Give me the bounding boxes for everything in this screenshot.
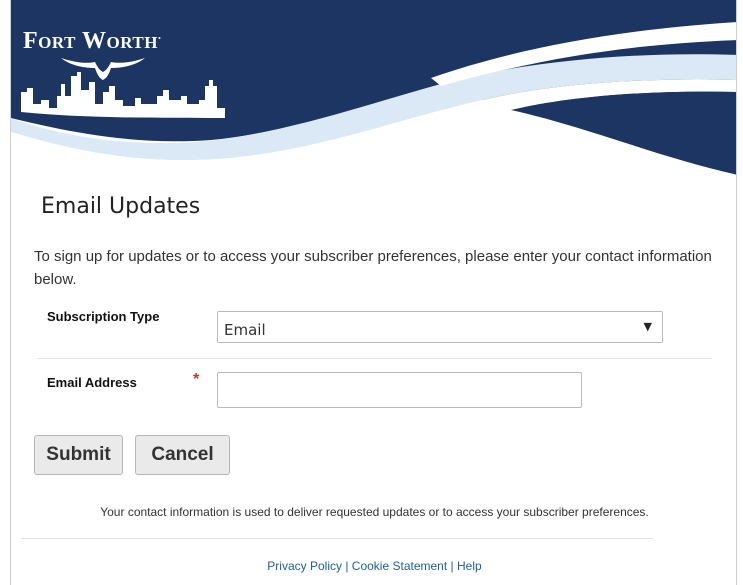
footer-separator: | [450, 559, 454, 573]
footer-links: Privacy Policy | Cookie Statement | Help [11, 559, 736, 573]
email-address-input[interactable] [217, 372, 582, 408]
chevron-down-icon: ▼ [643, 320, 652, 333]
header-banner: Fort Worth. [11, 0, 736, 175]
footer-divider [21, 538, 653, 539]
page-container: Fort Worth. Email Updates To sign up for… [10, 0, 737, 585]
email-address-label: Email Address [47, 375, 137, 390]
help-link[interactable]: Help [457, 559, 482, 573]
fort-worth-logo[interactable]: Fort Worth. [23, 28, 161, 55]
cancel-button[interactable]: Cancel [135, 435, 230, 475]
email-address-row: Email Address * [37, 369, 712, 414]
subscription-type-value: Email [224, 321, 266, 339]
banner-graphic [11, 0, 736, 175]
logo-mark: . [157, 28, 162, 42]
footer-separator: | [345, 559, 349, 573]
logo-text: Fort Worth [23, 28, 158, 54]
privacy-policy-link[interactable]: Privacy Policy [267, 559, 342, 573]
required-marker: * [193, 371, 200, 388]
subscription-type-row: Subscription Type Email ▼ [37, 303, 712, 359]
subscription-type-label: Subscription Type [47, 309, 160, 324]
privacy-note: Your contact information is used to deli… [100, 505, 649, 519]
submit-button[interactable]: Submit [34, 435, 123, 475]
intro-text: To sign up for updates or to access your… [34, 248, 712, 288]
subscription-type-select[interactable]: Email ▼ [217, 311, 663, 343]
cookie-statement-link[interactable]: Cookie Statement [352, 559, 447, 573]
page-title: Email Updates [41, 194, 201, 219]
